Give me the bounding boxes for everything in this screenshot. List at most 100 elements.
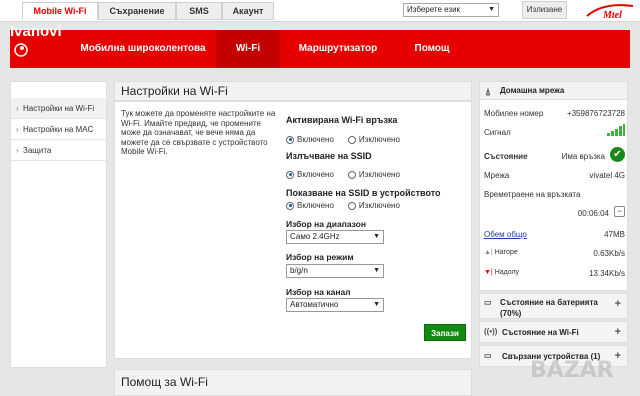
mode-label: Избор на режим xyxy=(286,252,354,262)
row-label: Мобилен номер xyxy=(484,109,544,118)
band-select[interactable]: Само 2.4GHz ▼ xyxy=(286,230,384,244)
nav-mobile-broadband[interactable]: Мобилна широколентова xyxy=(68,30,218,68)
row-value: 47MB xyxy=(604,230,625,239)
radio-label: Изключено xyxy=(358,135,400,144)
sidebar-item-mac-settings[interactable]: › Настройки на MAC xyxy=(11,119,106,140)
upload-arrow-icon: ▲| xyxy=(484,249,493,256)
top-tab-bar: Mobile Wi-Fi Съхранение SMS Акаунт Избер… xyxy=(0,0,640,22)
ssid-broadcast-off-radio[interactable]: Изключено xyxy=(347,170,400,179)
reset-duration-button[interactable]: − xyxy=(614,206,625,217)
language-select[interactable]: Изберете език ▼ xyxy=(403,3,499,17)
ssid-broadcast-label: Излъчване на SSID xyxy=(286,151,372,161)
wifi-status-accordion[interactable]: ((•)) Състояние на Wi-Fi + xyxy=(479,321,628,343)
save-button[interactable]: Запази xyxy=(424,324,466,341)
channel-label: Избор на канал xyxy=(286,287,351,297)
radio-dot xyxy=(347,135,356,144)
language-select-value: Изберете език xyxy=(407,5,461,14)
tab-storage[interactable]: Съхранение xyxy=(98,2,176,20)
watermark: BAZAR xyxy=(530,358,640,396)
ssid-broadcast-on-radio[interactable]: Включено xyxy=(286,170,334,179)
expand-icon: + xyxy=(614,298,621,310)
connection-status-row: Състояние Има връзка ✔ xyxy=(484,147,625,162)
download-arrow-icon: ▼| xyxy=(484,269,493,276)
radio-label: Включено xyxy=(297,170,334,179)
help-section-title[interactable]: Помощ за Wi-Fi xyxy=(114,369,472,396)
wifi-enabled-on-radio[interactable]: Включено xyxy=(286,135,334,144)
row-value: +359876723728 xyxy=(566,109,625,118)
row-label: Сигнал xyxy=(484,128,511,137)
row-label: Мрежа xyxy=(484,171,510,180)
signal-strength-icon xyxy=(607,124,625,136)
vodafone-logo-icon xyxy=(14,43,28,57)
row-label: Състояние xyxy=(484,152,528,161)
sidebar-item-label: Настройки на MAC xyxy=(23,125,94,134)
total-volume-link[interactable]: Обем общо xyxy=(484,230,527,239)
row-value: 13.34Kb/s xyxy=(588,269,625,278)
wifi-enabled-label: Активирана Wi-Fi връзка xyxy=(286,115,398,125)
wifi-icon: ((•)) xyxy=(484,327,498,336)
accordion-label: Състояние на батерията (70%) xyxy=(500,298,598,318)
tab-mobile-wifi[interactable]: Mobile Wi-Fi xyxy=(22,2,98,20)
monitor-icon: ▭ xyxy=(484,351,492,360)
radio-dot xyxy=(347,201,356,210)
home-network-header: ⍋ Домашна мрежа xyxy=(480,82,627,100)
nav-router[interactable]: Маршрутизатор xyxy=(286,30,390,68)
sidebar-item-label: Защита xyxy=(23,146,52,155)
nav-help[interactable]: Помощ xyxy=(400,30,464,68)
ssid-display-label: Показване на SSID в устройството xyxy=(286,188,441,198)
ssid-broadcast-radios: Включено Изключено xyxy=(286,170,400,179)
ssid-display-on-radio[interactable]: Включено xyxy=(286,201,334,210)
mode-select[interactable]: b/g/n ▼ xyxy=(286,264,384,278)
download-row: ▼| Надолу 13.34Kb/s xyxy=(484,269,625,278)
radio-dot xyxy=(286,170,294,179)
upload-row: ▲| Нагоре 0.63Kb/s xyxy=(484,249,625,258)
chevron-right-icon: › xyxy=(16,146,19,155)
connected-check-icon: ✔ xyxy=(610,147,625,162)
sidebar: › Настройки на Wi-Fi › Настройки на MAC … xyxy=(10,81,107,368)
row-value: vivatel 4G xyxy=(589,171,625,180)
main-nav: Ivanovi Мобилна широколентова Wi-Fi Марш… xyxy=(10,24,630,68)
expand-icon: + xyxy=(614,326,621,338)
mtel-logo-text: Mtel xyxy=(602,10,622,21)
band-label: Избор на диапазон xyxy=(286,219,366,229)
logout-button[interactable]: Излизане xyxy=(522,1,567,19)
channel-select[interactable]: Автоматично ▼ xyxy=(286,298,384,312)
row-value: 0.63Kb/s xyxy=(593,249,625,258)
chevron-right-icon: › xyxy=(16,125,19,134)
mode-select-value: b/g/n xyxy=(290,266,308,275)
sidebar-item-security[interactable]: › Защита xyxy=(11,140,106,161)
row-label: Времетраене на връзката xyxy=(484,190,581,199)
accordion-label: Състояние на Wi-Fi xyxy=(502,328,579,337)
sidebar-item-label: Настройки на Wi-Fi xyxy=(23,104,95,113)
row-value: Има връзка xyxy=(561,152,605,161)
mtel-logo: Mtel xyxy=(586,4,634,21)
mobile-number-row: Мобилен номер +359876723728 xyxy=(484,109,625,118)
tab-account[interactable]: Акаунт xyxy=(222,2,274,20)
row-label: Надолу xyxy=(494,269,520,276)
row-value: 00:06:04 xyxy=(577,209,609,218)
tab-sms[interactable]: SMS xyxy=(176,2,222,20)
chevron-right-icon: › xyxy=(16,104,19,113)
ssid-display-off-radio[interactable]: Изключено xyxy=(347,201,400,210)
home-network-panel: ⍋ Домашна мрежа Мобилен номер +359876723… xyxy=(479,81,628,291)
radio-label: Включено xyxy=(297,135,334,144)
wifi-enabled-off-radio[interactable]: Изключено xyxy=(347,135,400,144)
band-select-value: Само 2.4GHz xyxy=(290,232,340,241)
battery-icon: ▭ xyxy=(484,298,492,307)
sidebar-item-wifi-settings[interactable]: › Настройки на Wi-Fi xyxy=(11,98,106,119)
total-volume-row: Обем общо 47MB xyxy=(484,230,625,239)
radio-label: Изключено xyxy=(358,201,400,210)
brand-logo: Ivanovi xyxy=(10,24,62,40)
watermark-text: BAZAR xyxy=(530,358,614,383)
chevron-down-icon: ▼ xyxy=(488,6,495,13)
chevron-down-icon: ▼ xyxy=(373,233,380,240)
battery-status-accordion[interactable]: ▭ Състояние на батерията (70%) + xyxy=(479,293,628,319)
page-title: Настройки на Wi-Fi xyxy=(114,81,472,101)
nav-wifi[interactable]: Wi-Fi xyxy=(216,30,280,68)
brand-line: Ivanovi xyxy=(10,23,62,40)
radio-label: Включено xyxy=(297,201,334,210)
signal-row: Сигнал xyxy=(484,124,625,137)
wifi-settings-panel: Тук можете да променяте настройките на W… xyxy=(114,101,472,359)
chevron-down-icon: ▼ xyxy=(373,267,380,274)
radio-label: Изключено xyxy=(358,170,400,179)
